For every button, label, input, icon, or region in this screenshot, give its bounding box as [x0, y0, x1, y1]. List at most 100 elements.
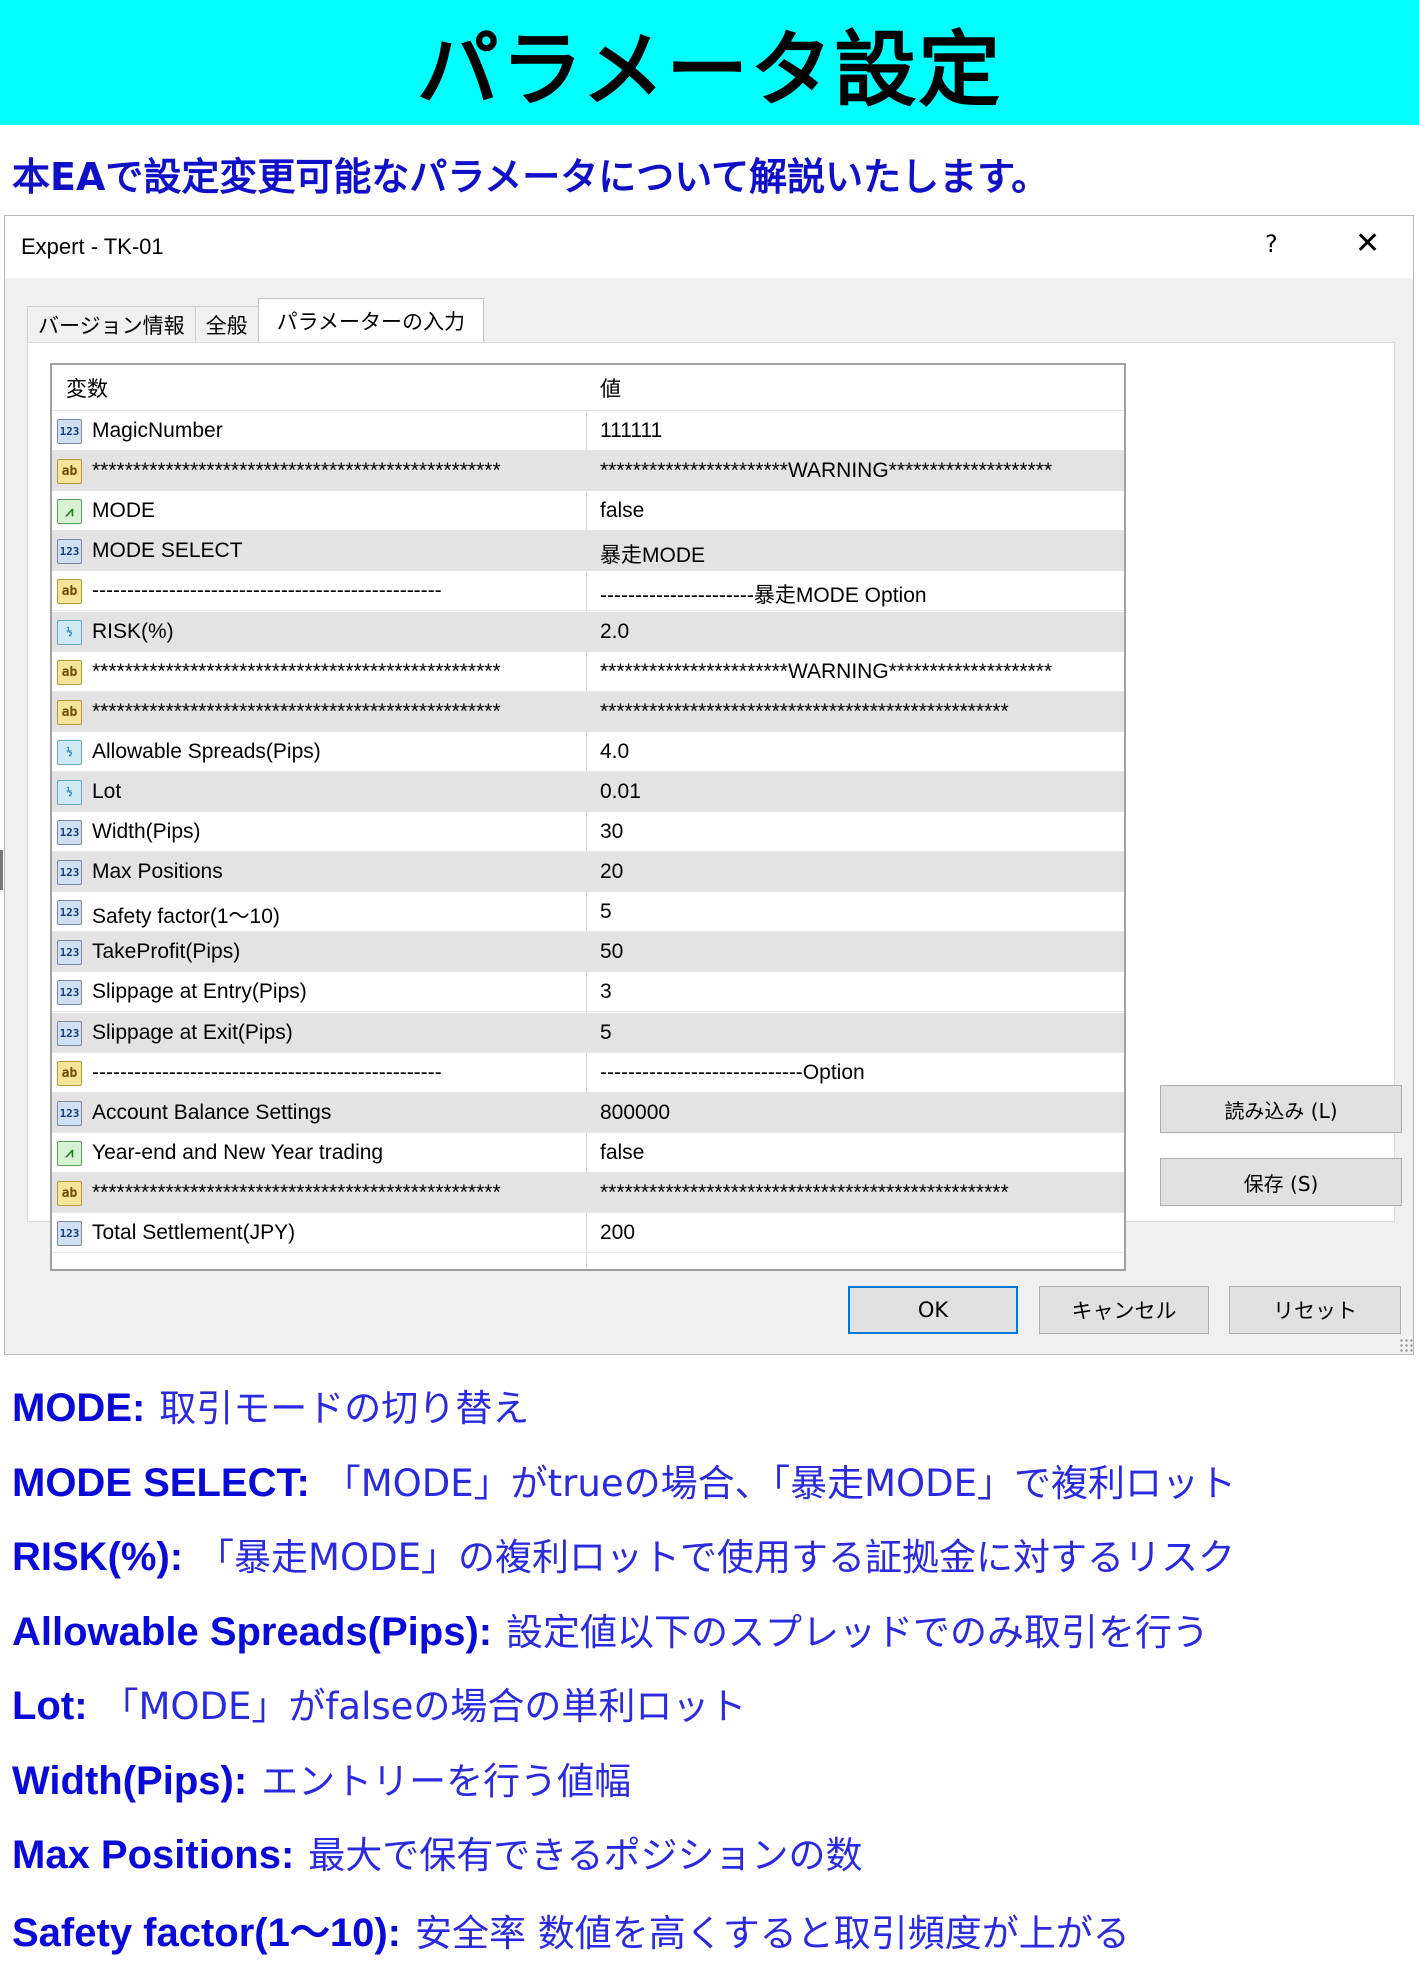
parameter-row[interactable]: 123 Total Settlement(JPY) 200	[52, 1213, 1124, 1253]
parameter-name: Account Balance Settings	[92, 1100, 332, 1124]
parameter-row[interactable]: 123 Width(Pips) 30	[52, 812, 1124, 852]
parameter-name: Allowable Spreads(Pips)	[92, 739, 321, 763]
parameter-name: MODE SELECT	[92, 539, 243, 563]
load-button[interactable]: 読み込み (L)	[1160, 1085, 1402, 1133]
dialog-title-bar: Expert - TK-01 ? ✕	[5, 216, 1413, 278]
parameter-name: Total Settlement(JPY)	[92, 1221, 296, 1244]
int-type-icon: 123	[57, 820, 82, 845]
parameter-row[interactable]: ab --------------------------------------…	[52, 1053, 1124, 1093]
parameter-name: Lot	[92, 779, 122, 803]
parameter-name: Year-end and New Year trading	[92, 1140, 384, 1164]
resize-grip-icon[interactable]	[1399, 1338, 1413, 1352]
description-key: Allowable Spreads(Pips):	[12, 1609, 493, 1654]
parameter-row[interactable]: ⩘ MODE false	[52, 491, 1124, 532]
parameter-value[interactable]: false	[600, 1141, 644, 1165]
description-line: Allowable Spreads(Pips): 設定値以下のスプレッドでのみ取…	[12, 1602, 1209, 1656]
column-header-value[interactable]: 値	[600, 373, 621, 403]
description-key: Max Positions:	[12, 1833, 295, 1877]
parameter-value[interactable]: 20	[600, 860, 623, 884]
reset-button[interactable]: リセット	[1229, 1286, 1401, 1334]
str-type-icon: ab	[57, 1180, 82, 1206]
parameter-value[interactable]: ***********************WARNING**********…	[600, 660, 1052, 684]
grid-header: 変数 値	[52, 365, 1124, 411]
parameter-value[interactable]: ----------------------暴走MODE Option	[600, 579, 927, 609]
parameter-value[interactable]: -----------------------------Option	[600, 1061, 865, 1085]
parameter-value[interactable]: false	[600, 499, 644, 523]
parameter-value[interactable]: 2.0	[600, 620, 629, 644]
int-type-icon: 123	[57, 900, 82, 926]
parameter-name: Slippage at Entry(Pips)	[92, 980, 307, 1004]
description-text: 「MODE」がtrueの場合、「暴走MODE」で複利ロット	[323, 1461, 1236, 1505]
bool-type-icon: ⩘	[57, 1140, 82, 1166]
parameter-row[interactable]: 123 MODE SELECT 暴走MODE	[52, 531, 1124, 572]
parameter-name: ----------------------------------------…	[92, 579, 442, 603]
parameter-value[interactable]: ****************************************…	[600, 1181, 1009, 1205]
dialog-title: Expert - TK-01	[21, 234, 164, 259]
parameter-row[interactable]: 123 TakeProfit(Pips) 50	[52, 932, 1124, 973]
parameter-row[interactable]: ab --------------------------------------…	[52, 571, 1124, 612]
parameter-name: ----------------------------------------…	[92, 1060, 442, 1084]
parameter-value[interactable]: 4.0	[600, 740, 629, 764]
description-line: Max Positions: 最大で保有できるポジションの数	[12, 1825, 862, 1879]
description-text: 設定値以下のスプレッドでのみ取引を行う	[506, 1610, 1210, 1654]
int-type-icon: 123	[57, 1100, 82, 1126]
close-icon[interactable]: ✕	[1355, 226, 1380, 261]
save-button[interactable]: 保存 (S)	[1160, 1158, 1402, 1206]
ok-button[interactable]: OK	[848, 1286, 1018, 1334]
tab-panel: 変数 値 123 MagicNumber 111111 ab *************…	[27, 342, 1402, 1271]
int-type-icon: 123	[57, 419, 82, 444]
parameter-name: Width(Pips)	[92, 820, 201, 843]
parameter-name: ****************************************…	[92, 659, 501, 683]
tab-parameter-input[interactable]: パラメーターの入力	[257, 298, 484, 342]
parameter-row[interactable]: ⩘ Year-end and New Year trading false	[52, 1133, 1124, 1173]
tab-general[interactable]: 全般	[194, 306, 259, 342]
parameter-row[interactable]: ab **************************************…	[52, 652, 1124, 692]
column-header-variable[interactable]: 変数	[66, 373, 108, 403]
parameter-row[interactable]: 123 Safety factor(1～10) 5	[52, 892, 1124, 933]
description-key: MODE:	[12, 1386, 146, 1430]
parameter-value[interactable]: 30	[600, 820, 623, 844]
parameter-row[interactable]: 123 MagicNumber 111111	[52, 411, 1124, 451]
parameter-value[interactable]: 800000	[600, 1101, 670, 1125]
parameter-grid[interactable]: 変数 値 123 MagicNumber 111111 ab *************…	[50, 363, 1126, 1271]
parameter-name: MODE	[92, 499, 155, 523]
parameter-name: RISK(%)	[92, 619, 174, 643]
str-type-icon: ab	[57, 699, 82, 725]
parameter-row[interactable]: ½ RISK(%) 2.0	[52, 611, 1124, 652]
parameter-row[interactable]: ab **************************************…	[52, 1172, 1124, 1213]
description-line: Safety factor(1～10): 安全率 数値を高くすると取引頻度が上が…	[12, 1900, 1130, 1958]
description-key: RISK(%):	[12, 1535, 184, 1579]
parameter-value[interactable]: ****************************************…	[600, 700, 1009, 724]
parameter-row[interactable]: 123 Max Positions 20	[52, 852, 1124, 893]
parameter-value[interactable]: 5	[600, 1021, 612, 1045]
tab-version-info[interactable]: バージョン情報	[27, 306, 196, 342]
parameter-row[interactable]: ab **************************************…	[52, 451, 1124, 492]
parameter-name: ****************************************…	[92, 1180, 501, 1204]
parameter-value[interactable]: 111111	[600, 419, 662, 443]
description-line: MODE: 取引モードの切り替え	[12, 1378, 529, 1432]
parameter-value[interactable]: ***********************WARNING**********…	[600, 459, 1052, 483]
parameter-row[interactable]: ½ Allowable Spreads(Pips) 4.0	[52, 732, 1124, 772]
description-text: 「暴走MODE」の複利ロットで使用する証拠金に対するリスク	[197, 1536, 1235, 1579]
parameter-row[interactable]: 123 Slippage at Exit(Pips) 5	[52, 1012, 1124, 1053]
int-type-icon: 123	[57, 860, 82, 886]
parameter-value[interactable]: 50	[600, 940, 623, 964]
parameter-row[interactable]: ab **************************************…	[52, 691, 1124, 732]
parameter-value[interactable]: 0.01	[600, 780, 641, 804]
parameter-value[interactable]: 3	[600, 980, 612, 1004]
page-title: パラメータ設定	[416, 23, 1003, 118]
parameter-row[interactable]: 123 Slippage at Entry(Pips) 3	[52, 972, 1124, 1013]
parameter-value[interactable]: 200	[600, 1221, 635, 1245]
parameter-name: Safety factor(1～10)	[92, 905, 280, 929]
parameter-row[interactable]: ½ Lot 0.01	[52, 771, 1124, 812]
parameter-row[interactable]: 123 Account Balance Settings 800000	[52, 1092, 1124, 1133]
description-line: Lot: 「MODE」がfalseの場合の単利ロット	[12, 1676, 746, 1730]
cancel-button[interactable]: キャンセル	[1039, 1286, 1209, 1334]
help-button[interactable]: ?	[1265, 230, 1278, 258]
parameter-value[interactable]: 5	[600, 900, 612, 924]
bool-type-icon: ⩘	[57, 499, 82, 525]
int-type-icon: 123	[57, 1221, 82, 1246]
parameter-value[interactable]: 暴走MODE	[600, 539, 705, 569]
description-line: Width(Pips): エントリーを行う値幅	[12, 1751, 631, 1805]
parameter-name: Max Positions	[92, 860, 223, 884]
